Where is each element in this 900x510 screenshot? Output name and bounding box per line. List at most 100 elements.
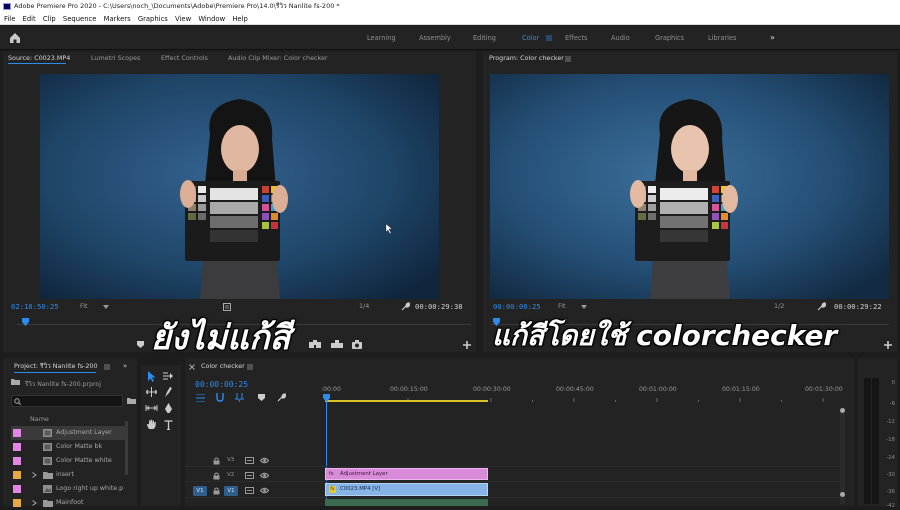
source-export-frame-icon[interactable]	[352, 340, 362, 349]
timeline-vertical-scrollbar[interactable]	[840, 408, 845, 504]
new-bin-icon[interactable]	[127, 397, 136, 404]
track-label-v2[interactable]: V2	[227, 472, 234, 478]
project-item[interactable]: Color Matte bk	[11, 440, 127, 454]
selection-tool-icon[interactable]	[147, 371, 156, 382]
project-item[interactable]: Color Matte white	[11, 454, 127, 468]
snap-icon[interactable]	[216, 393, 224, 402]
pen-tool-icon[interactable]	[164, 403, 173, 414]
program-resolution-dropdown[interactable]: 1/2	[774, 302, 784, 310]
chevron-right-icon[interactable]	[32, 472, 37, 478]
menu-graphics[interactable]: Graphics	[138, 15, 168, 23]
label-color-chip	[13, 429, 21, 437]
workspace-tab-learning[interactable]: Learning	[367, 26, 396, 50]
workspace-tab-libraries[interactable]: Libraries	[708, 26, 736, 50]
sync-lock-icon[interactable]	[245, 487, 254, 494]
chevron-right-icon[interactable]	[32, 500, 37, 506]
eye-icon[interactable]	[260, 487, 269, 494]
type-tool-icon[interactable]	[164, 420, 173, 430]
workspace-more-button[interactable]: »	[770, 26, 775, 50]
workspace-tab-color[interactable]: Color	[522, 26, 539, 50]
slip-tool-icon[interactable]	[145, 403, 158, 413]
workspace-tab-effects[interactable]: Effects	[565, 26, 587, 50]
scrollbar-handle[interactable]	[840, 408, 845, 413]
workspace-menu-icon[interactable]	[546, 35, 552, 41]
insert-sequence-as-nest-icon[interactable]	[196, 394, 205, 402]
tab-audio-clip-mixer[interactable]: Audio Clip Mixer: Color checker	[228, 52, 328, 65]
menu-markers[interactable]: Markers	[104, 15, 131, 23]
menu-clip[interactable]: Clip	[43, 15, 56, 23]
meter-label: -12	[886, 419, 895, 425]
track-target-v1[interactable]: V1	[224, 486, 238, 496]
project-panel-more-button[interactable]: »	[123, 360, 127, 373]
source-timecode[interactable]: 02:18:50:25	[11, 302, 59, 311]
timeline-settings-wrench-icon[interactable]	[277, 393, 286, 402]
source-playhead[interactable]	[22, 318, 29, 326]
program-video-frame[interactable]	[490, 74, 889, 299]
program-timecode[interactable]: 00:00:00:25	[493, 302, 541, 311]
project-item-name: Logo right up white.p	[56, 485, 124, 492]
hand-tool-icon[interactable]	[146, 419, 157, 430]
tab-effect-controls[interactable]: Effect Controls	[161, 52, 208, 65]
source-patch-v1[interactable]: V1	[193, 486, 207, 496]
source-button-editor-icon[interactable]	[463, 341, 471, 349]
meter-label: -18	[886, 437, 895, 443]
workspace-tab-editing[interactable]: Editing	[473, 26, 496, 50]
home-icon[interactable]	[8, 31, 22, 44]
scrollbar-handle[interactable]	[840, 492, 845, 497]
add-marker-icon[interactable]	[258, 394, 265, 401]
project-item[interactable]: Adjustment Layer	[11, 426, 127, 440]
source-resolution-dropdown[interactable]: 1/4	[359, 302, 369, 310]
track-lock-icon[interactable]	[213, 472, 220, 480]
search-icon	[14, 398, 21, 405]
eye-icon[interactable]	[260, 457, 269, 464]
source-fit-dropdown[interactable]: Fit	[80, 302, 88, 310]
project-item[interactable]: Mainfoot	[11, 496, 127, 510]
sync-lock-icon[interactable]	[245, 472, 254, 479]
tab-program-monitor[interactable]: Program: Color checker	[489, 52, 564, 65]
menu-help[interactable]: Help	[232, 15, 248, 23]
timeline-clip-audio-a1[interactable]	[325, 499, 488, 506]
eye-icon[interactable]	[260, 472, 269, 479]
source-overwrite-icon[interactable]	[331, 340, 343, 349]
track-select-tool-icon[interactable]	[163, 372, 174, 381]
project-item[interactable]: insert	[11, 468, 127, 482]
razor-tool-icon[interactable]	[164, 387, 173, 398]
program-fit-dropdown[interactable]: Fit	[558, 302, 566, 310]
program-panel-menu-icon[interactable]	[565, 56, 571, 62]
source-insert-icon[interactable]	[309, 340, 321, 349]
program-wrench-icon[interactable]	[817, 302, 826, 311]
project-search-input[interactable]	[11, 395, 123, 407]
label-color-chip	[13, 457, 21, 465]
track-lock-icon[interactable]	[213, 457, 220, 465]
project-panel-menu-icon[interactable]	[104, 364, 110, 370]
project-name-column-header[interactable]: Name	[30, 415, 49, 423]
source-caption-text: ยังไม่แก้สี	[151, 318, 291, 358]
source-wrench-icon[interactable]	[401, 302, 410, 311]
program-button-editor-icon[interactable]	[884, 341, 892, 349]
sync-lock-icon[interactable]	[245, 457, 254, 464]
workspace-tab-audio[interactable]: Audio	[611, 26, 630, 50]
timeline-panel-menu-icon[interactable]	[247, 364, 253, 370]
menu-sequence[interactable]: Sequence	[63, 15, 97, 23]
tab-timeline-sequence[interactable]: Color checker	[201, 360, 245, 373]
timeline-playhead-handle[interactable]	[323, 394, 330, 402]
timeline-clip-c0023[interactable]: fx C0023.MP4 [V]	[325, 483, 488, 496]
workspace-tab-assembly[interactable]: Assembly	[419, 26, 451, 50]
linked-selection-icon[interactable]	[235, 393, 244, 402]
work-area-bar[interactable]	[325, 400, 488, 402]
menu-file[interactable]: File	[4, 15, 15, 23]
menu-window[interactable]: Window	[198, 15, 225, 23]
project-item[interactable]: Logo right up white.p	[11, 482, 127, 496]
tab-lumetri-scopes[interactable]: Lumetri Scopes	[91, 52, 140, 65]
track-label-v3[interactable]: V3	[227, 457, 234, 463]
ripple-edit-tool-icon[interactable]	[146, 387, 157, 397]
source-add-marker-icon[interactable]	[137, 341, 144, 348]
track-lock-icon[interactable]	[213, 487, 220, 495]
timeline-clip-adjustment-layer[interactable]: fx Adjustment Layer	[325, 468, 488, 480]
close-icon[interactable]	[189, 364, 195, 370]
workspace-tab-graphics[interactable]: Graphics	[655, 26, 684, 50]
source-video-frame[interactable]	[40, 74, 439, 299]
timeline-timecode[interactable]: 00:00:00:25	[195, 380, 248, 389]
menu-edit[interactable]: Edit	[23, 15, 36, 23]
menu-view[interactable]: View	[175, 15, 191, 23]
